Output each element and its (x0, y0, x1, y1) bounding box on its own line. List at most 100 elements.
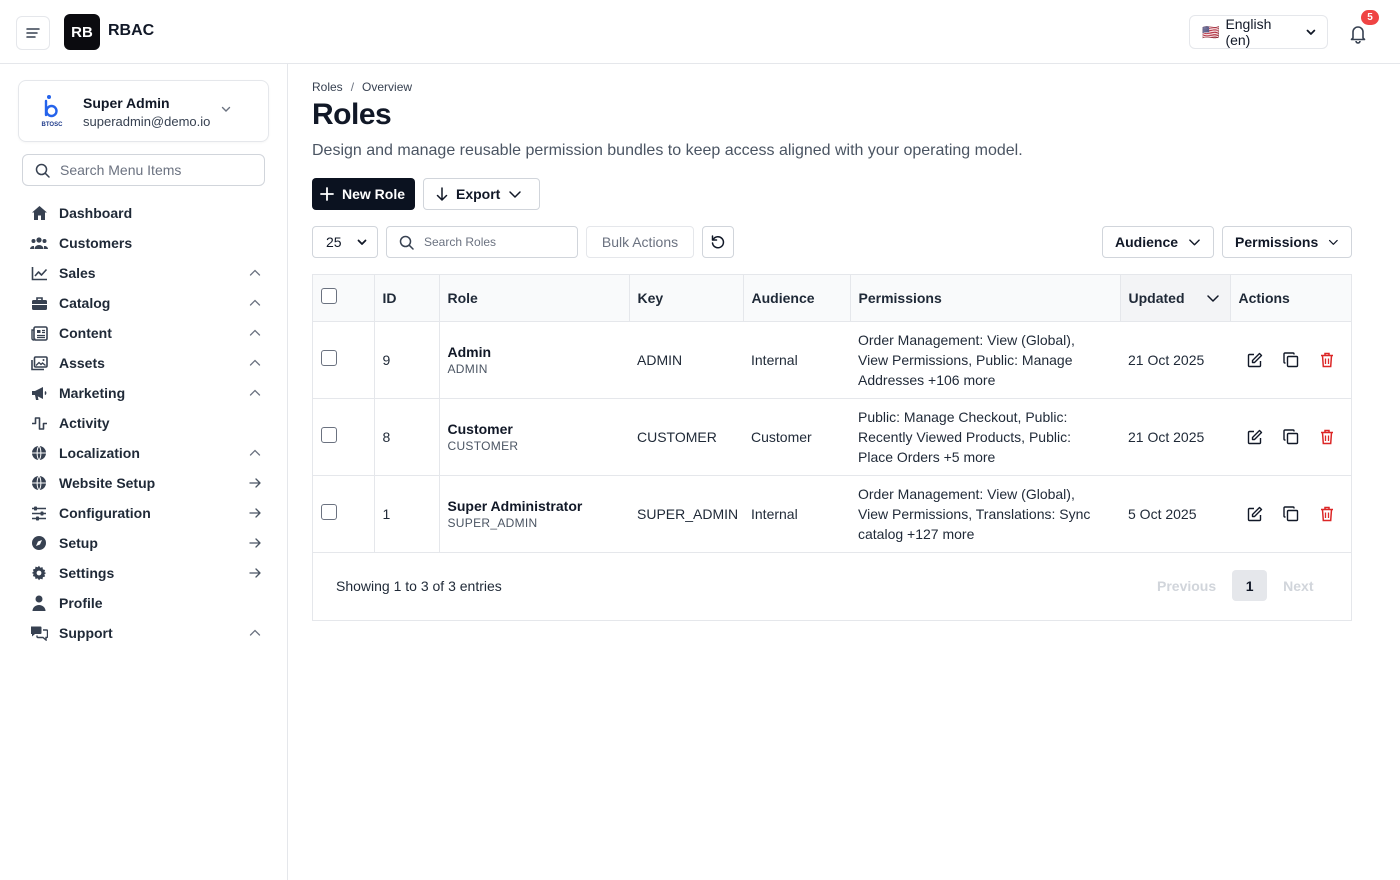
chevron-down-icon (1306, 29, 1316, 35)
sidebar-item-activity[interactable]: Activity (22, 408, 272, 438)
row-key: SUPER_ADMIN (629, 475, 743, 553)
menu-search[interactable] (22, 154, 265, 186)
sidebar-item-website-setup[interactable]: Website Setup (22, 468, 272, 498)
row-checkbox[interactable] (321, 504, 337, 520)
compass-icon (30, 534, 48, 552)
audience-filter-button[interactable]: Audience (1102, 226, 1214, 258)
role-name[interactable]: Customer (448, 420, 630, 438)
duplicate-icon[interactable] (1282, 351, 1300, 369)
sidebar-item-customers[interactable]: Customers (22, 228, 272, 258)
export-label: Export (456, 186, 501, 202)
sidebar-item-localization[interactable]: Localization (22, 438, 272, 468)
arrow-right-icon (249, 478, 261, 488)
row-checkbox[interactable] (321, 350, 337, 366)
images-icon (30, 354, 48, 372)
select-all-checkbox[interactable] (321, 288, 337, 305)
users-icon (30, 234, 48, 252)
current-page-button[interactable]: 1 (1232, 570, 1268, 601)
delete-icon[interactable] (1318, 428, 1336, 446)
menu-search-input[interactable] (60, 162, 250, 178)
chevron-up-icon (249, 449, 261, 456)
roles-search[interactable] (386, 226, 578, 258)
roles-search-input[interactable] (424, 235, 564, 249)
sidebar-item-setup[interactable]: Setup (22, 528, 272, 558)
language-select[interactable]: 🇺🇸 English (en) (1189, 15, 1328, 49)
edit-icon[interactable] (1246, 428, 1264, 446)
home-icon (30, 204, 48, 222)
row-role-cell: Admin ADMIN (439, 321, 630, 399)
sidebar-item-sales[interactable]: Sales (22, 258, 272, 288)
previous-page-button[interactable]: Previous (1157, 578, 1216, 594)
menu-toggle-button[interactable] (16, 16, 50, 50)
role-code: ADMIN (447, 361, 488, 376)
next-page-button[interactable]: Next (1283, 578, 1313, 594)
row-permissions: Order Management: View (Global), View Pe… (850, 475, 1120, 553)
roles-table: ID Role Key Audience Permissions Updated… (312, 274, 1352, 621)
sidebar-item-support[interactable]: Support (22, 618, 272, 648)
globe-icon (30, 444, 48, 462)
row-updated: 21 Oct 2025 (1120, 398, 1230, 476)
reset-button[interactable] (702, 226, 734, 258)
pulse-icon (30, 414, 48, 432)
sidebar-item-catalog[interactable]: Catalog (22, 288, 272, 318)
column-updated-label: Updated (1128, 289, 1185, 306)
role-name[interactable]: Super Administrator (448, 497, 630, 515)
role-code: CUSTOMER (447, 438, 519, 453)
duplicate-icon[interactable] (1282, 428, 1300, 446)
row-select-cell (313, 398, 375, 476)
delete-icon[interactable] (1318, 351, 1336, 369)
row-checkbox[interactable] (321, 427, 337, 443)
sliders-icon (30, 504, 48, 522)
chevron-up-icon (249, 299, 261, 306)
entries-summary: Showing 1 to 3 of 3 entries (336, 578, 502, 594)
column-audience[interactable]: Audience (743, 275, 851, 322)
column-permissions[interactable]: Permissions (850, 275, 1121, 322)
edit-icon[interactable] (1246, 351, 1264, 369)
row-id: 8 (374, 398, 440, 476)
permissions-filter-button[interactable]: Permissions (1222, 226, 1352, 258)
duplicate-icon[interactable] (1282, 505, 1300, 523)
column-role[interactable]: Role (439, 275, 630, 322)
row-id: 1 (374, 475, 440, 553)
row-role-cell: Customer CUSTOMER (439, 398, 630, 476)
column-updated[interactable]: Updated (1120, 275, 1231, 322)
export-button[interactable]: Export (423, 178, 540, 210)
row-id: 9 (374, 321, 440, 399)
sidebar: BTOSC Super Admin superadmin@demo.io Das… (0, 64, 288, 880)
bulk-actions-button[interactable]: Bulk Actions (586, 226, 694, 258)
row-select-cell (313, 475, 375, 553)
search-icon (35, 163, 50, 178)
new-role-label: New Role (342, 186, 406, 202)
chevron-up-icon (249, 269, 261, 276)
arrow-right-icon (249, 508, 261, 518)
language-label: English (en) (1225, 16, 1272, 48)
role-code: SUPER_ADMIN (447, 515, 538, 530)
menu-icon (26, 28, 40, 38)
sidebar-item-profile[interactable]: Profile (22, 588, 272, 618)
per-page-select[interactable]: 25 (312, 226, 378, 258)
user-switcher[interactable]: BTOSC Super Admin superadmin@demo.io (18, 80, 269, 142)
chevron-down-icon (1189, 239, 1200, 246)
sidebar-item-settings[interactable]: Settings (22, 558, 272, 588)
role-name[interactable]: Admin (448, 343, 630, 361)
delete-icon[interactable] (1318, 505, 1336, 523)
sidebar-item-marketing[interactable]: Marketing (22, 378, 272, 408)
chevron-up-icon (249, 389, 261, 396)
svg-text:BTOSC: BTOSC (42, 122, 64, 128)
column-key[interactable]: Key (629, 275, 744, 322)
breadcrumb-roles[interactable]: Roles (312, 80, 343, 94)
plus-icon (320, 187, 334, 201)
globe-icon (30, 474, 48, 492)
sidebar-item-configuration[interactable]: Configuration (22, 498, 272, 528)
column-id[interactable]: ID (374, 275, 440, 322)
app-logo[interactable]: RB (64, 14, 100, 50)
sidebar-item-assets[interactable]: Assets (22, 348, 272, 378)
sidebar-item-dashboard[interactable]: Dashboard (22, 198, 272, 228)
new-role-button[interactable]: New Role (312, 178, 415, 210)
table-row: 9 Admin ADMIN ADMIN Internal Order Manag… (313, 321, 1351, 399)
edit-icon[interactable] (1246, 505, 1264, 523)
sidebar-item-content[interactable]: Content (22, 318, 272, 348)
sort-desc-icon (1206, 295, 1219, 302)
app-title[interactable]: RBAC (108, 22, 154, 40)
chevron-up-icon (249, 329, 261, 336)
